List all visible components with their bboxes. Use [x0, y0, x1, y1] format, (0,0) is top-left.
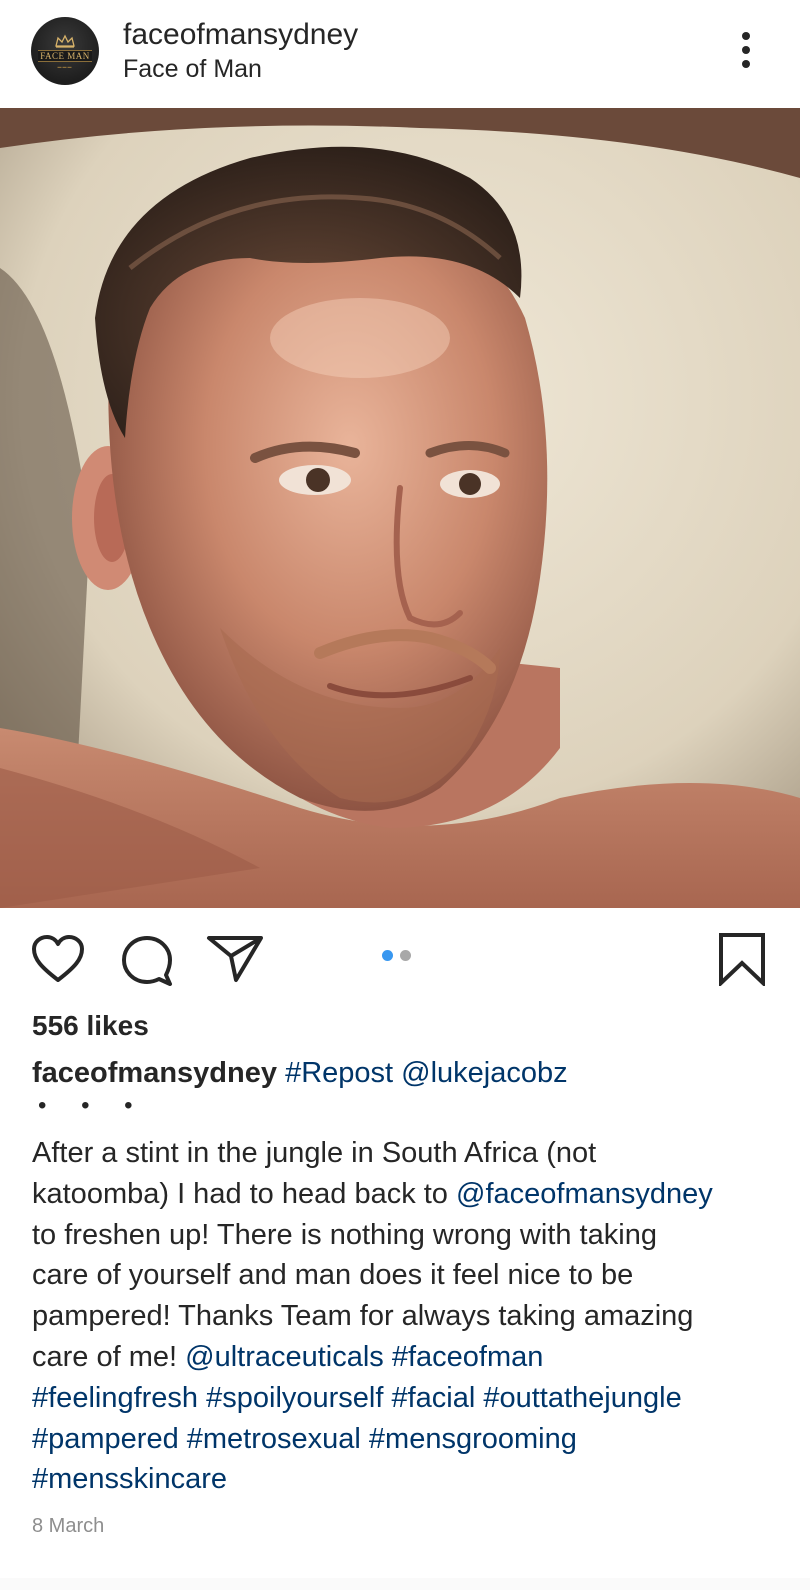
post-username[interactable]: faceofmansydney [123, 18, 358, 52]
caption-segment: pampered! Thanks Team for always taking … [32, 1300, 694, 1333]
caption-line: #feelingfresh #spoilyourself #facial #ou… [32, 1378, 792, 1419]
heart-icon [32, 935, 84, 982]
post-date: 8 March [32, 1515, 105, 1537]
post-location[interactable]: Face of Man [123, 55, 262, 84]
crown-icon [55, 34, 75, 48]
caption-line: to freshen up! There is nothing wrong wi… [32, 1215, 792, 1256]
caption-mention[interactable]: @lukejacobz [401, 1057, 567, 1089]
caption-tag-link[interactable]: @faceofmansydney [456, 1178, 713, 1210]
carousel-dot [400, 950, 411, 961]
comment-button[interactable] [120, 935, 174, 987]
caption-line: #mensskincare [32, 1459, 792, 1500]
caption-tag-link[interactable]: #feelingfresh #spoilyourself #facial #ou… [32, 1382, 682, 1414]
post-photo-image [0, 108, 800, 908]
caption-hashtag[interactable]: #Repost [285, 1057, 393, 1089]
caption-tag-link[interactable]: #pampered #metrosexual #mensgrooming [32, 1423, 577, 1455]
caption-line: katoomba) I had to head back to @faceofm… [32, 1174, 792, 1215]
caption-segment: After a stint in the jungle in South Afr… [32, 1137, 597, 1169]
caption-ellipsis: • • • [38, 1092, 147, 1119]
caption-username[interactable]: faceofmansydney [32, 1057, 277, 1089]
caption-line: pampered! Thanks Team for always taking … [32, 1296, 792, 1337]
caption-line: #pampered #metrosexual #mensgrooming [32, 1419, 792, 1460]
caption-segment: care of me! [32, 1340, 186, 1373]
carousel-dot-active [382, 950, 393, 961]
caption-line: care of me! @ultraceuticals #faceofman [32, 1337, 792, 1378]
avatar-logo-sub: ▬▬▬ [57, 63, 73, 69]
caption-segment: to freshen up! There is nothing wrong wi… [32, 1218, 657, 1251]
post-photo[interactable] [0, 108, 800, 908]
bottom-divider [0, 1578, 810, 1590]
avatar[interactable]: FACE MAN ▬▬▬ [31, 17, 99, 85]
bookmark-icon [719, 933, 765, 986]
paper-plane-icon [207, 936, 263, 982]
comment-bubble-icon [122, 936, 172, 986]
caption-segment: care of yourself and man does it feel ni… [32, 1259, 634, 1292]
caption-line: care of yourself and man does it feel ni… [32, 1255, 792, 1296]
caption-line: After a stint in the jungle in South Afr… [32, 1133, 792, 1174]
carousel-indicator [382, 950, 411, 961]
avatar-logo-text: FACE MAN [38, 49, 92, 62]
caption-segment: katoomba) I had to head back to [32, 1177, 456, 1210]
caption-text: After a stint in the jungle in South Afr… [32, 1133, 792, 1500]
caption-tag-link[interactable]: @ultraceuticals #faceofman [185, 1341, 543, 1373]
more-options-button[interactable] [730, 30, 762, 74]
caption-tag-link[interactable]: #mensskincare [32, 1463, 227, 1495]
share-button[interactable] [206, 934, 264, 984]
likes-count[interactable]: 556 likes [32, 1010, 149, 1042]
caption-header: faceofmansydney #Repost @lukejacobz [32, 1054, 568, 1092]
save-button[interactable] [718, 932, 766, 986]
like-button[interactable] [31, 934, 85, 984]
post-header: FACE MAN ▬▬▬ faceofmansydney Face of Man [0, 0, 810, 108]
more-vertical-icon [742, 32, 750, 68]
